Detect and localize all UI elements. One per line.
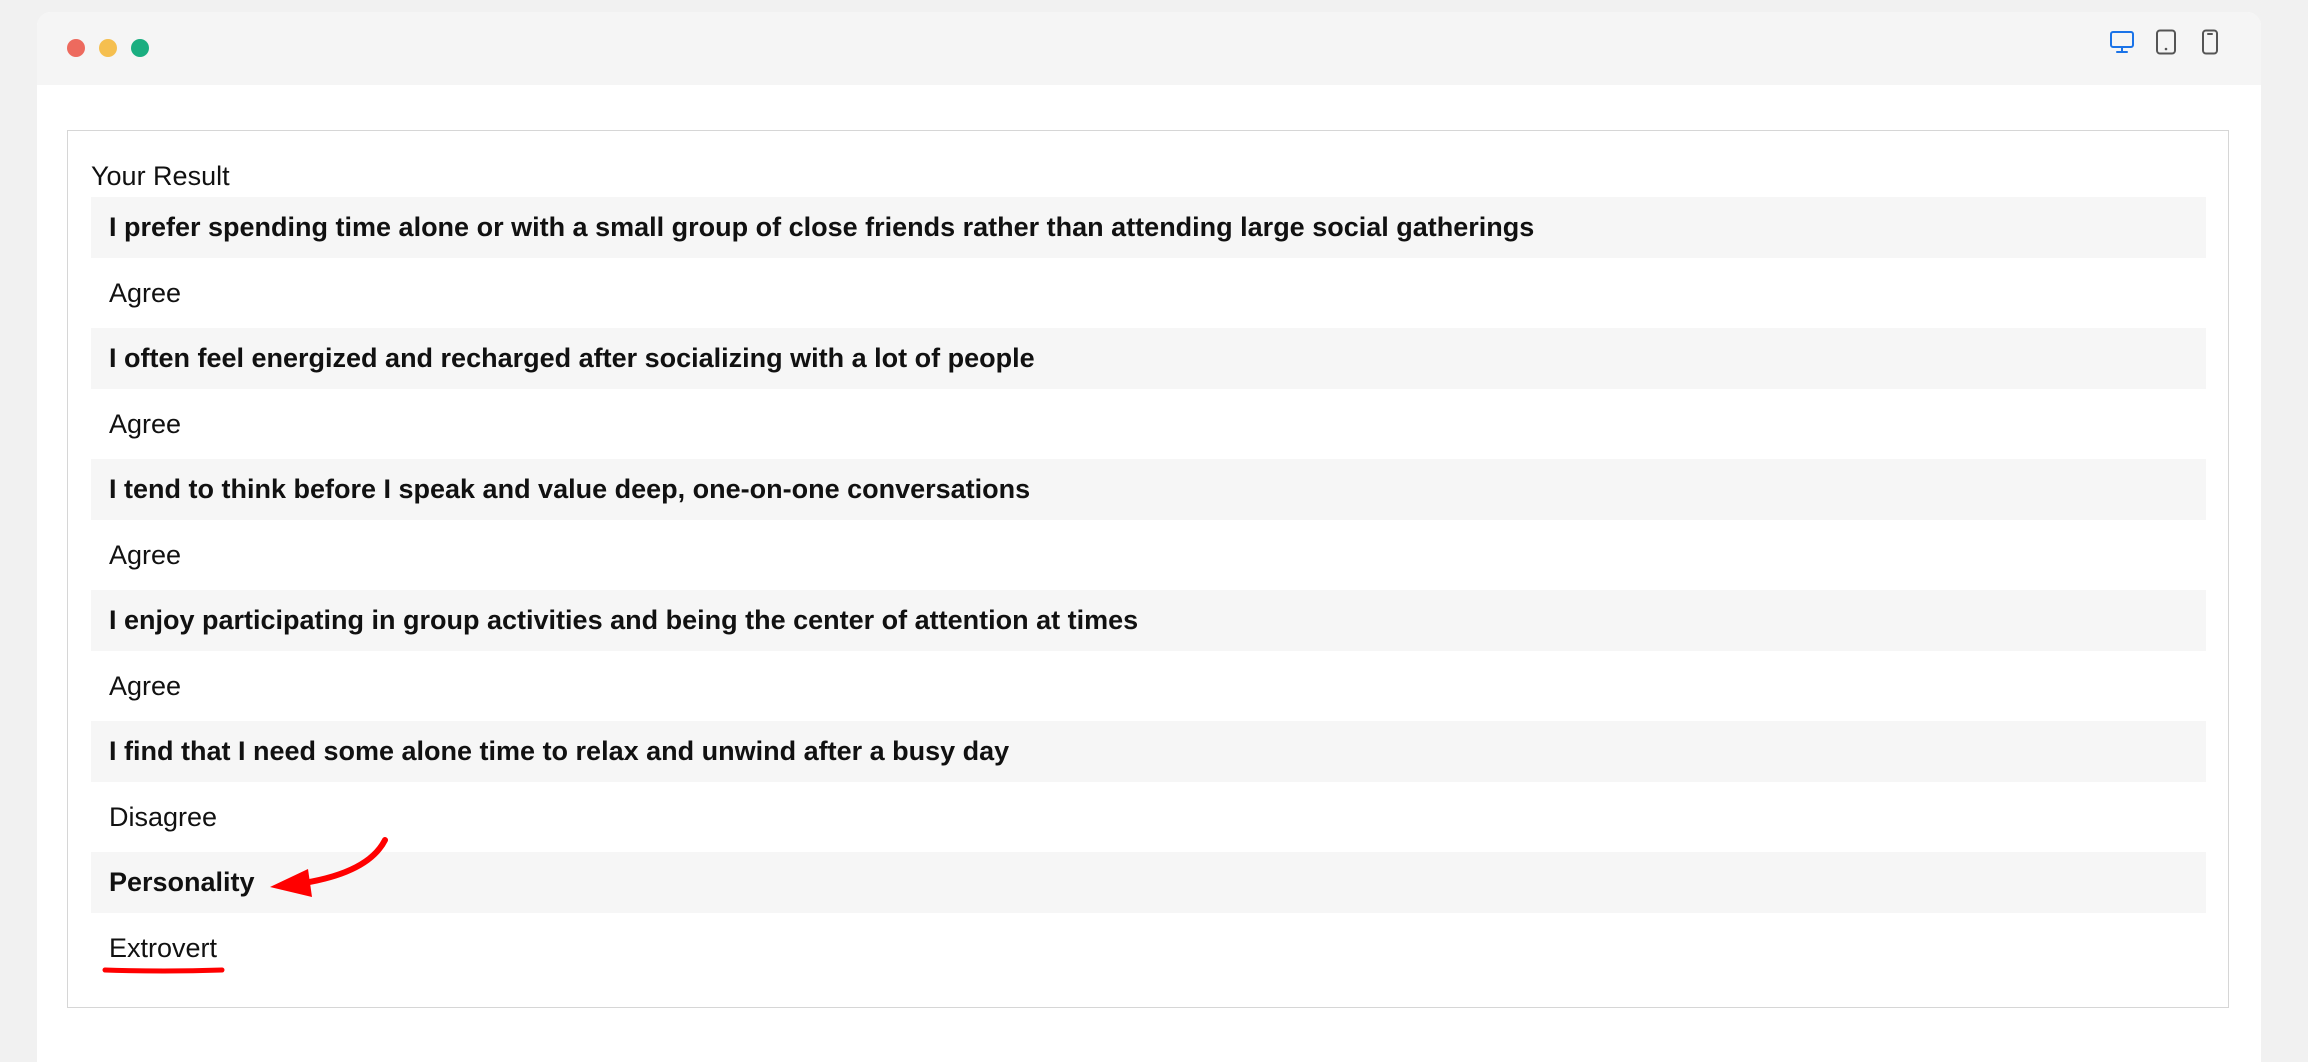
annotation-arrow-icon (270, 837, 388, 897)
mobile-view-button[interactable] (2197, 28, 2223, 56)
answer-row: Agree (109, 277, 182, 308)
tablet-icon (2156, 29, 2176, 55)
question-row: I tend to think before I speak and value… (91, 459, 2206, 520)
view-mode-switcher (2109, 28, 2223, 56)
question-row: I prefer spending time alone or with a s… (91, 197, 2206, 258)
result-list: I prefer spending time alone or with a s… (91, 197, 2206, 983)
personality-label: Personality (91, 852, 2206, 913)
tablet-view-button[interactable] (2153, 28, 2179, 56)
question-row: I enjoy participating in group activitie… (91, 590, 2206, 651)
title-bar (37, 12, 2261, 85)
annotation-underline (102, 967, 225, 974)
mobile-icon (2202, 29, 2218, 55)
question-row: I find that I need some alone time to re… (91, 721, 2206, 782)
result-title: Your Result (91, 161, 230, 191)
personality-value: Extrovert (109, 932, 218, 963)
desktop-icon (2110, 31, 2134, 53)
maximize-window-button[interactable] (131, 39, 149, 57)
close-window-button[interactable] (67, 39, 85, 57)
answer-row: Agree (109, 408, 182, 439)
question-row: I often feel energized and recharged aft… (91, 328, 2206, 389)
answer-row: Agree (109, 670, 182, 701)
answer-row: Disagree (109, 801, 218, 832)
window-controls (67, 39, 149, 57)
minimize-window-button[interactable] (99, 39, 117, 57)
answer-row: Agree (109, 539, 182, 570)
desktop-view-button[interactable] (2109, 28, 2135, 56)
